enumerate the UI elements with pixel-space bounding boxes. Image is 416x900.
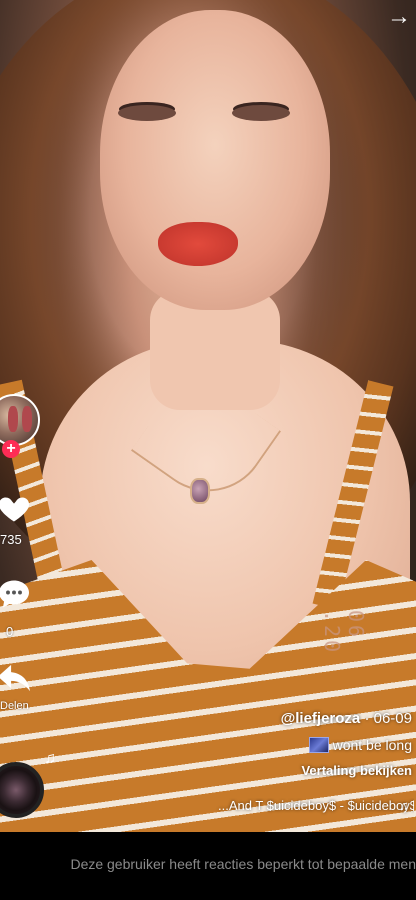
video-lips (158, 222, 238, 266)
follow-plus-button[interactable]: + (2, 440, 20, 458)
comment-icon[interactable] (0, 576, 32, 612)
video-eye-left (118, 105, 176, 121)
video-date-watermark: 06 .20 (320, 610, 368, 656)
video-face-shape (100, 10, 330, 310)
video-eye-right (232, 105, 290, 121)
video-screen: 06 .20 → + 735 0 Delen ♫ @liefjeroza · 0… (0, 0, 416, 900)
sound-ticker[interactable]: ...And T $uicideboy$ - $uicideboy$ - Ad … (214, 798, 414, 818)
music-note-icon: ♫ (399, 798, 409, 813)
comment-restriction-bar: Deze gebruiker heeft reacties beperkt to… (0, 832, 416, 900)
description-text: wont be long (332, 737, 412, 753)
caption-block: @liefjeroza · 06-09 wont be long Vertali… (152, 710, 412, 778)
heart-icon[interactable] (0, 490, 32, 526)
emoji-image-icon (308, 737, 329, 753)
like-count: 735 (0, 532, 22, 547)
music-note-icon: ♫ (44, 750, 56, 767)
post-date-separator: · (364, 710, 374, 727)
comment-restriction-message: Deze gebruiker heeft reacties beperkt to… (70, 856, 416, 872)
video-necklace-pendant (190, 478, 210, 504)
video-player[interactable]: 06 .20 (0, 0, 416, 832)
author-line[interactable]: @liefjeroza · 06-09 (152, 710, 412, 727)
post-date: 06-09 (373, 710, 412, 727)
share-arrow-icon[interactable] (0, 662, 32, 694)
author-handle[interactable]: @liefjeroza (281, 710, 361, 727)
description-line: wont be long (152, 737, 412, 753)
sound-title: ...And T $uicideboy$ - $uicideboy$ - Ad (218, 798, 414, 813)
comment-count: 0 (6, 624, 14, 639)
arrow-right-icon: → (387, 3, 411, 30)
share-label: Delen (0, 700, 29, 712)
back-button[interactable]: → (386, 4, 412, 30)
translate-link[interactable]: Vertaling bekijken (152, 763, 412, 778)
